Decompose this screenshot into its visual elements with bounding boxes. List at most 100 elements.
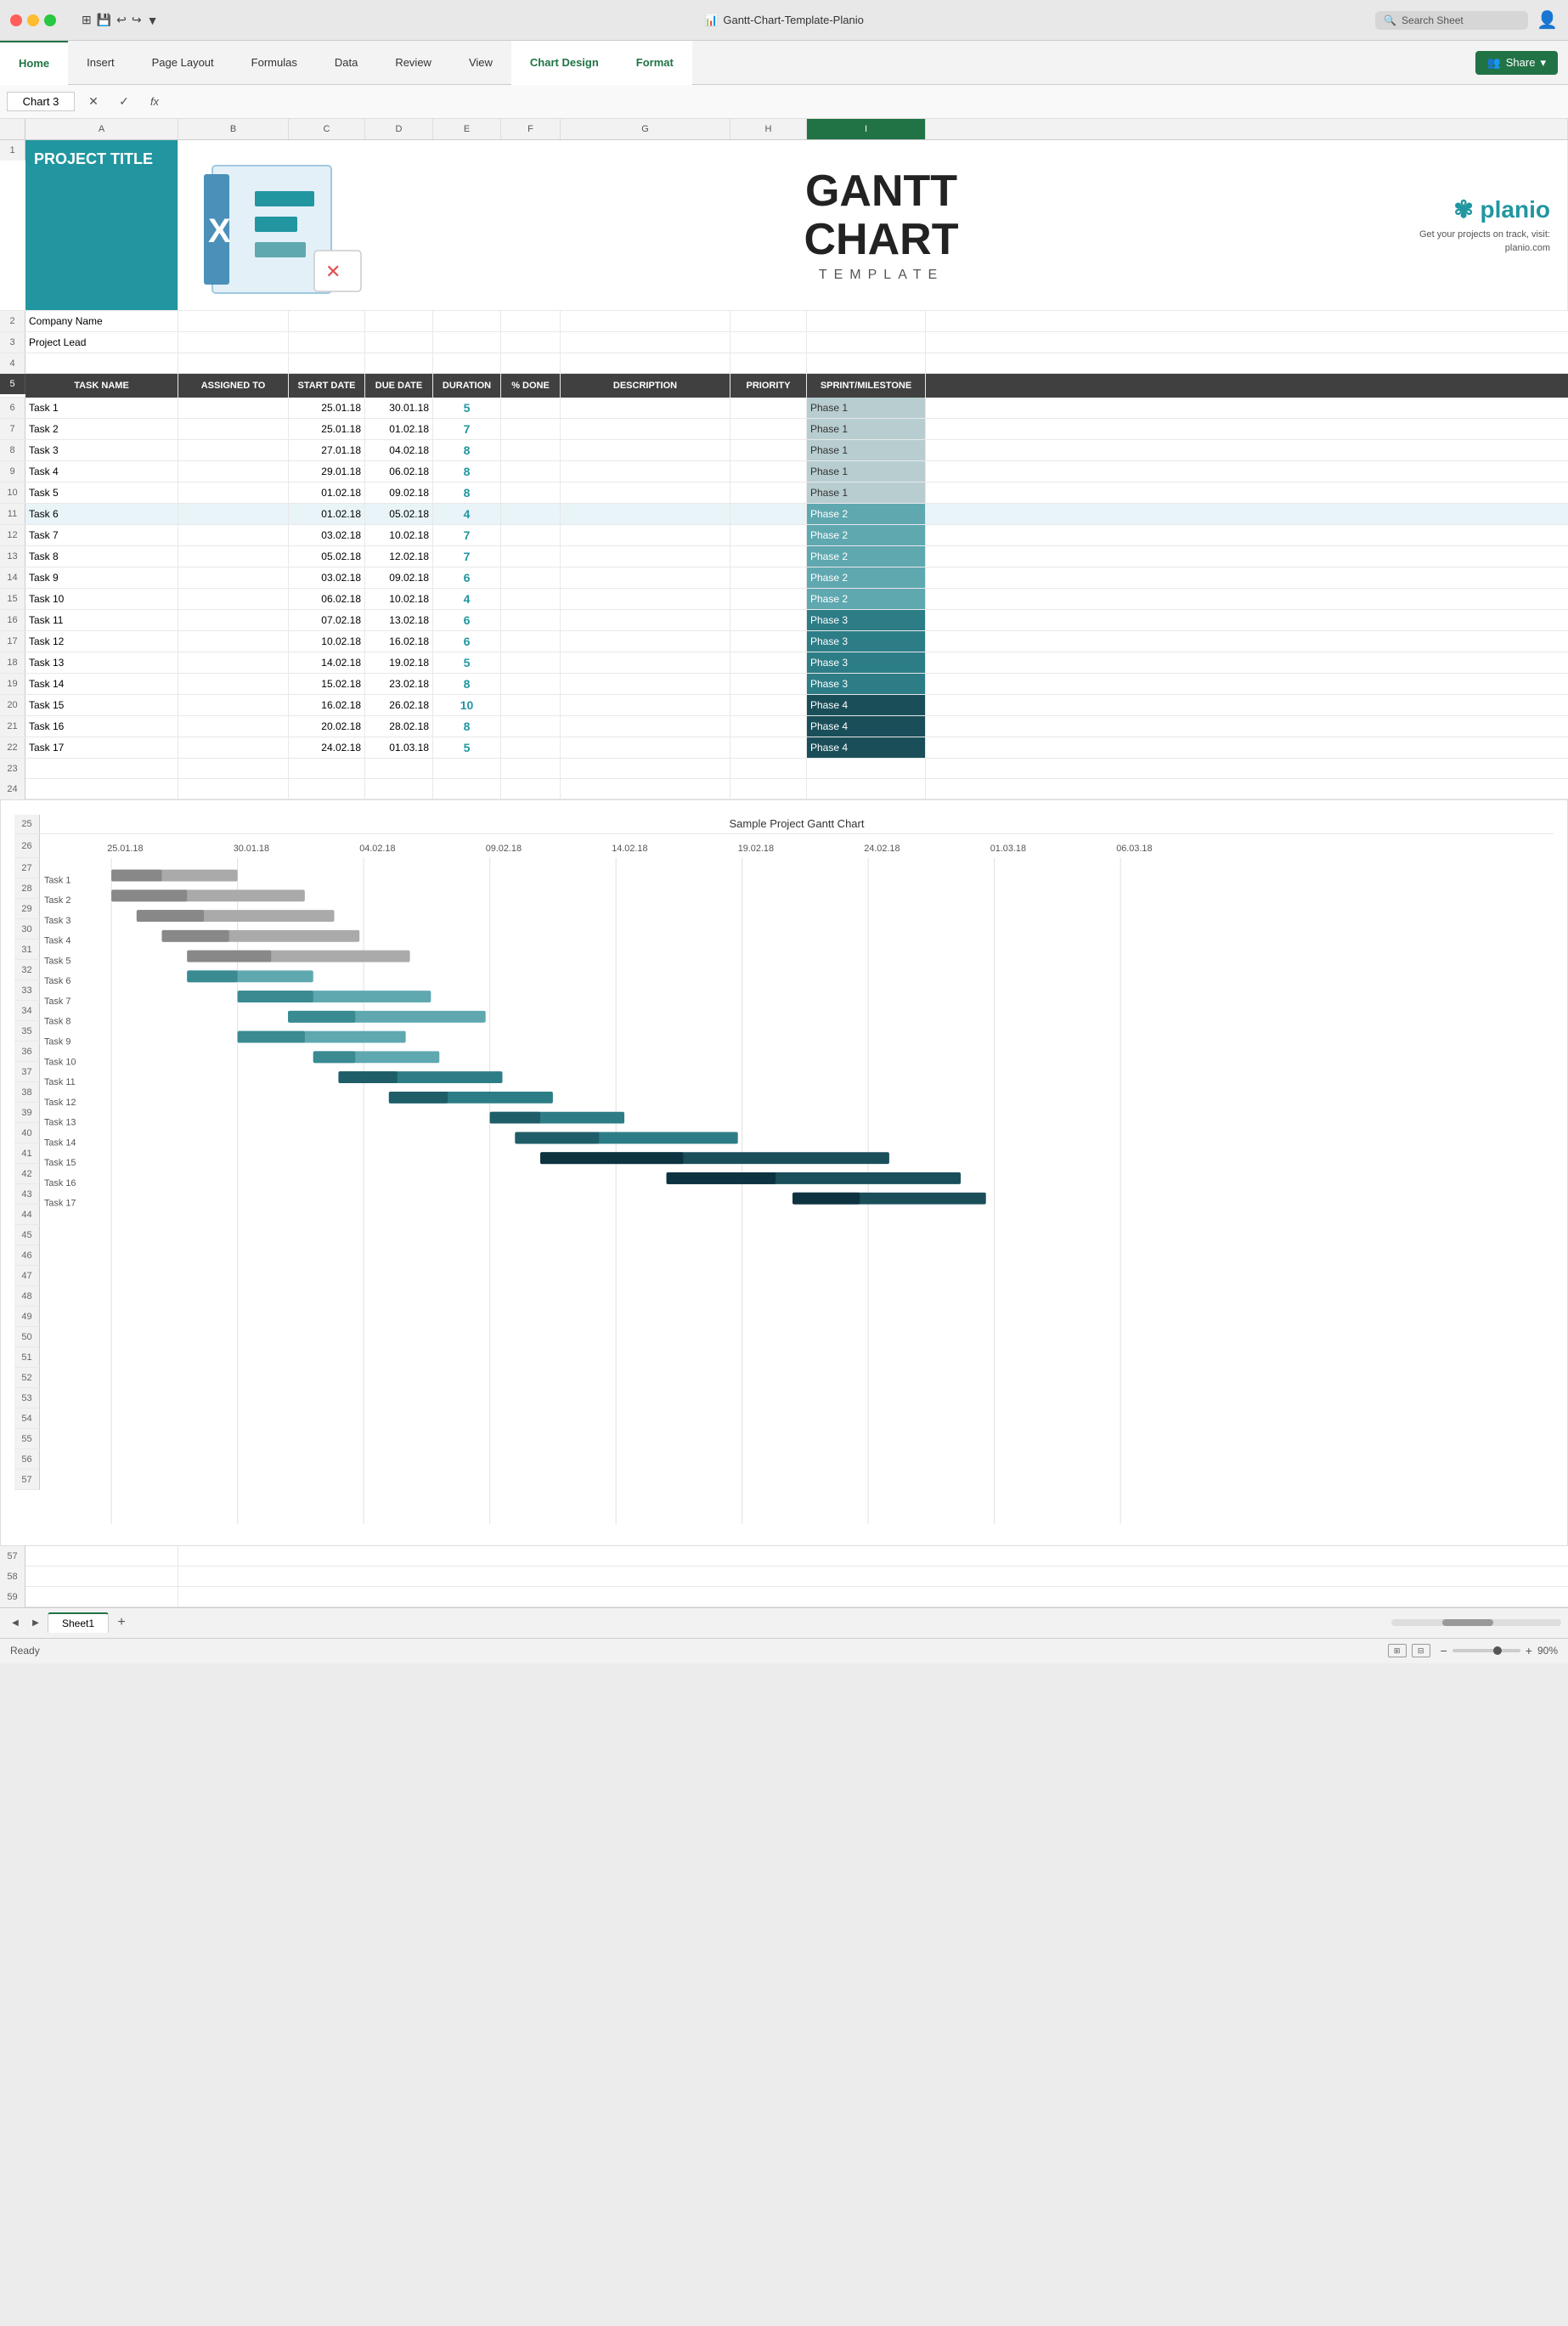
- priority-cell-11[interactable]: [730, 504, 807, 524]
- assigned-cell-19[interactable]: [178, 674, 289, 694]
- assigned-cell-7[interactable]: [178, 419, 289, 439]
- pct-done-cell-8[interactable]: [501, 440, 561, 460]
- description-cell-8[interactable]: [561, 440, 730, 460]
- pct-done-cell-7[interactable]: [501, 419, 561, 439]
- pct-done-cell-15[interactable]: [501, 589, 561, 609]
- priority-cell-6[interactable]: [730, 398, 807, 418]
- pct-done-cell-22[interactable]: [501, 737, 561, 758]
- tab-review[interactable]: Review: [376, 41, 450, 85]
- col-header-g[interactable]: G: [561, 119, 730, 139]
- save-icon[interactable]: 💾: [97, 13, 111, 27]
- page-layout-view-button[interactable]: ⊟: [1412, 1644, 1430, 1657]
- assigned-cell-12[interactable]: [178, 525, 289, 545]
- zoom-in-button[interactable]: +: [1526, 1644, 1532, 1657]
- pct-done-cell-11[interactable]: [501, 504, 561, 524]
- priority-cell-12[interactable]: [730, 525, 807, 545]
- priority-cell-7[interactable]: [730, 419, 807, 439]
- col-header-e[interactable]: E: [433, 119, 501, 139]
- task-name-cell-20[interactable]: Task 15: [25, 695, 178, 715]
- pct-done-cell-18[interactable]: [501, 652, 561, 673]
- task-name-cell-12[interactable]: Task 7: [25, 525, 178, 545]
- task-name-cell-7[interactable]: Task 2: [25, 419, 178, 439]
- tab-format[interactable]: Format: [618, 41, 692, 85]
- zoom-out-button[interactable]: −: [1441, 1644, 1447, 1657]
- assigned-cell-10[interactable]: [178, 483, 289, 503]
- priority-cell-15[interactable]: [730, 589, 807, 609]
- assigned-cell-8[interactable]: [178, 440, 289, 460]
- redo-icon[interactable]: ↪: [132, 13, 142, 27]
- cancel-formula-button[interactable]: ✕: [82, 90, 105, 114]
- tab-page-layout[interactable]: Page Layout: [133, 41, 233, 85]
- description-cell-11[interactable]: [561, 504, 730, 524]
- description-cell-22[interactable]: [561, 737, 730, 758]
- task-name-cell-16[interactable]: Task 11: [25, 610, 178, 630]
- assigned-cell-20[interactable]: [178, 695, 289, 715]
- zoom-slider[interactable]: [1452, 1649, 1520, 1652]
- description-cell-19[interactable]: [561, 674, 730, 694]
- col-header-i[interactable]: I: [807, 119, 926, 139]
- col-header-d[interactable]: D: [365, 119, 433, 139]
- description-cell-20[interactable]: [561, 695, 730, 715]
- pct-done-cell-20[interactable]: [501, 695, 561, 715]
- task-name-cell-15[interactable]: Task 10: [25, 589, 178, 609]
- formula-input[interactable]: [173, 93, 1561, 110]
- task-name-cell-6[interactable]: Task 1: [25, 398, 178, 418]
- assigned-cell-22[interactable]: [178, 737, 289, 758]
- col-header-h[interactable]: H: [730, 119, 807, 139]
- pct-done-cell-9[interactable]: [501, 461, 561, 482]
- priority-cell-8[interactable]: [730, 440, 807, 460]
- description-cell-7[interactable]: [561, 419, 730, 439]
- tab-data[interactable]: Data: [316, 41, 376, 85]
- priority-cell-13[interactable]: [730, 546, 807, 567]
- col-header-a[interactable]: A: [25, 119, 178, 139]
- description-cell-12[interactable]: [561, 525, 730, 545]
- priority-cell-20[interactable]: [730, 695, 807, 715]
- assigned-cell-17[interactable]: [178, 631, 289, 652]
- priority-cell-10[interactable]: [730, 483, 807, 503]
- col-header-b[interactable]: B: [178, 119, 289, 139]
- normal-view-button[interactable]: ⊞: [1388, 1644, 1407, 1657]
- description-cell-10[interactable]: [561, 483, 730, 503]
- assigned-cell-13[interactable]: [178, 546, 289, 567]
- tab-home[interactable]: Home: [0, 41, 68, 85]
- add-sheet-button[interactable]: +: [112, 1613, 131, 1632]
- priority-cell-18[interactable]: [730, 652, 807, 673]
- task-name-cell-10[interactable]: Task 5: [25, 483, 178, 503]
- priority-cell-21[interactable]: [730, 716, 807, 737]
- description-cell-9[interactable]: [561, 461, 730, 482]
- insert-function-button[interactable]: fx: [143, 90, 166, 114]
- undo-icon[interactable]: ↩: [116, 13, 127, 27]
- pct-done-cell-6[interactable]: [501, 398, 561, 418]
- assigned-cell-15[interactable]: [178, 589, 289, 609]
- task-name-cell-18[interactable]: Task 13: [25, 652, 178, 673]
- toolbar-icon-1[interactable]: ⊞: [82, 13, 92, 27]
- description-cell-14[interactable]: [561, 567, 730, 588]
- task-name-cell-13[interactable]: Task 8: [25, 546, 178, 567]
- pct-done-cell-19[interactable]: [501, 674, 561, 694]
- share-button[interactable]: 👥 Share ▾: [1475, 51, 1558, 75]
- assigned-cell-9[interactable]: [178, 461, 289, 482]
- tab-formulas[interactable]: Formulas: [233, 41, 316, 85]
- task-name-cell-14[interactable]: Task 9: [25, 567, 178, 588]
- prev-sheet-button[interactable]: ◀: [7, 1614, 24, 1631]
- task-name-cell-19[interactable]: Task 14: [25, 674, 178, 694]
- task-name-cell-8[interactable]: Task 3: [25, 440, 178, 460]
- task-name-cell-11[interactable]: Task 6: [25, 504, 178, 524]
- tab-view[interactable]: View: [450, 41, 511, 85]
- description-cell-18[interactable]: [561, 652, 730, 673]
- priority-cell-16[interactable]: [730, 610, 807, 630]
- project-lead-cell[interactable]: Project Lead: [25, 332, 178, 353]
- search-bar[interactable]: 🔍 Search Sheet: [1375, 11, 1528, 30]
- pct-done-cell-12[interactable]: [501, 525, 561, 545]
- pct-done-cell-14[interactable]: [501, 567, 561, 588]
- task-name-cell-21[interactable]: Task 16: [25, 716, 178, 737]
- priority-cell-17[interactable]: [730, 631, 807, 652]
- user-avatar[interactable]: 👤: [1537, 9, 1558, 31]
- description-cell-21[interactable]: [561, 716, 730, 737]
- more-icon[interactable]: ▼: [147, 14, 159, 27]
- task-name-cell-9[interactable]: Task 4: [25, 461, 178, 482]
- description-cell-15[interactable]: [561, 589, 730, 609]
- tab-chart-design[interactable]: Chart Design: [511, 41, 618, 85]
- cell-reference[interactable]: [7, 92, 75, 111]
- description-cell-17[interactable]: [561, 631, 730, 652]
